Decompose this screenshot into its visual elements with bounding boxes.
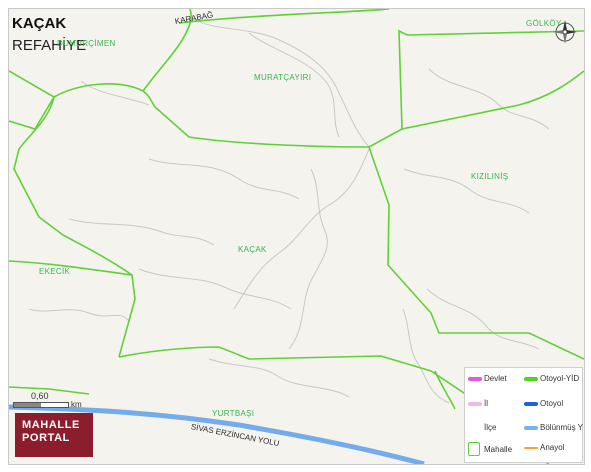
place-label-yurtbasi[interactable]: YURTBAŞI xyxy=(212,409,254,418)
scale-bar: 0,60 km xyxy=(13,391,83,415)
legend-label: Otoyol-YİD xyxy=(540,374,580,383)
place-label-muratcayiri[interactable]: MURATÇAYIRI xyxy=(254,73,311,82)
mahalle-portal-logo[interactable]: MAHALLE PORTAL xyxy=(15,413,93,457)
logo-line-2: PORTAL xyxy=(22,432,71,444)
legend-label: Anayol xyxy=(540,443,565,452)
legend-label: İl xyxy=(484,399,488,408)
legend-label: İlçe xyxy=(484,423,497,432)
logo-line-1: MAHALLE xyxy=(22,419,80,431)
scale-bar-graphic xyxy=(13,402,69,408)
scale-unit: km xyxy=(71,400,82,409)
place-label-kacak[interactable]: KAÇAK xyxy=(238,245,267,254)
legend-swatch xyxy=(468,442,480,456)
map-legend: Devlet Otoyol-YİD İl Otoyol İlçe Bölünmü… xyxy=(464,367,583,463)
legend-swatch xyxy=(524,426,538,430)
legend-label: Bölünmüş Y xyxy=(540,423,583,432)
legend-swatch xyxy=(524,447,538,449)
legend-swatch xyxy=(524,402,538,406)
scale-value: 0,60 xyxy=(31,391,49,401)
legend-label: Devlet xyxy=(484,374,507,383)
legend-swatch xyxy=(468,426,482,430)
map-title: KAÇAK xyxy=(12,15,67,32)
compass-rose-icon[interactable] xyxy=(552,19,578,45)
legend-label: Otoyol xyxy=(540,399,564,408)
legend-swatch xyxy=(468,402,482,406)
legend-swatch xyxy=(468,377,482,381)
place-label-kizilinis[interactable]: KIZILINİŞ xyxy=(471,172,508,181)
legend-swatch xyxy=(524,377,538,381)
legend-label: Mahalle xyxy=(484,445,513,454)
place-label-dumurcimen[interactable]: DUMURÇİMEN xyxy=(57,39,116,48)
map-canvas[interactable]: KAÇAK REFAHİYE KAÇAK MURATÇAYIRI KIZILIN… xyxy=(8,8,585,465)
place-label-ekecik[interactable]: EKECİK xyxy=(39,267,70,276)
